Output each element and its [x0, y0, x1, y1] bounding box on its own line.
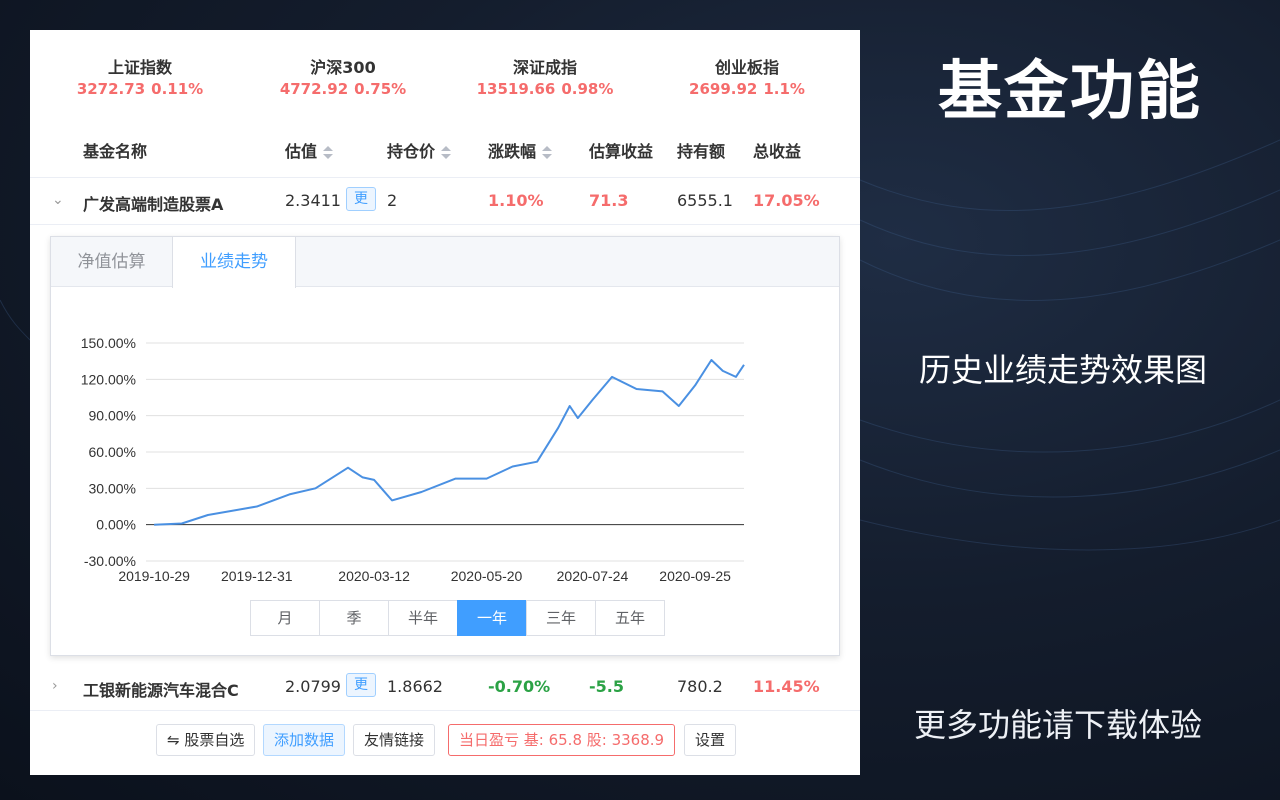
header-total-profit: 总收益 — [753, 142, 802, 161]
index-name: 创业板指 — [714, 58, 779, 77]
settings-button[interactable]: 设置 — [684, 724, 737, 756]
index-value: 3272.73 — [76, 80, 146, 98]
fund-name: 广发高端制造股票A — [83, 195, 224, 214]
x-tick-label: 2019-12-31 — [221, 568, 293, 584]
x-tick-label: 2020-05-20 — [451, 568, 523, 584]
y-tick-label: 60.00% — [89, 444, 136, 460]
table-header: 基金名称 估值 持仓价 涨跌幅 估算收益 持有额 总收益 — [30, 128, 860, 178]
update-button[interactable]: 更 — [346, 187, 376, 211]
range-5year-button[interactable]: 五年 — [595, 600, 665, 636]
add-data-button[interactable]: 添加数据 — [263, 724, 346, 756]
y-tick-label: 150.00% — [81, 335, 136, 351]
index-name: 上证指数 — [107, 58, 172, 77]
header-est-profit: 估算收益 — [589, 142, 654, 161]
index-value: 13519.66 — [476, 80, 556, 98]
index-value: 2699.92 — [689, 80, 758, 98]
y-tick-label: -30.00% — [84, 553, 136, 569]
range-month-button[interactable]: 月 — [250, 600, 320, 636]
y-tick-label: 30.00% — [89, 480, 136, 496]
sort-icon[interactable] — [441, 145, 452, 160]
fund-est-profit: -5.5 — [589, 677, 624, 696]
fund-cost: 2 — [387, 191, 398, 210]
range-3year-button[interactable]: 三年 — [526, 600, 596, 636]
sort-icon[interactable] — [542, 145, 553, 160]
header-cost-label: 持仓价 — [387, 142, 436, 161]
fund-name: 工银新能源汽车混合C — [83, 681, 239, 700]
performance-chart: 150.00% 120.00% 90.00% 60.00% 30.00% 0.00% -30… — [81, 335, 745, 584]
range-quarter-button[interactable]: 季 — [319, 600, 389, 636]
promo-cta: 更多功能请下载体验 — [913, 706, 1202, 744]
index-shanghai: 上证指数 3272.73 0.11% — [40, 54, 240, 98]
header-fund-name: 基金名称 — [83, 142, 148, 161]
header-change-label: 涨跌幅 — [488, 142, 537, 161]
header-holding: 持有额 — [677, 142, 726, 161]
chevron-right-icon[interactable]: › — [52, 679, 66, 693]
index-change: 0.98% — [561, 80, 614, 98]
y-tick-label: 0.00% — [96, 517, 136, 533]
header-change[interactable]: 涨跌幅 — [488, 138, 553, 162]
index-change: 1.1% — [763, 80, 805, 98]
range-year-button[interactable]: 一年 — [457, 600, 527, 636]
y-tick-label: 120.00% — [81, 371, 136, 387]
index-value: 4772.92 — [279, 80, 349, 98]
index-shenzhen: 深证成指 13519.66 0.98% — [445, 54, 645, 98]
promo-subtitle: 历史业绩走势效果图 — [918, 351, 1207, 389]
index-name: 沪深300 — [310, 58, 376, 77]
stock-watchlist-button[interactable]: ⇋ 股票自选 — [156, 724, 256, 756]
index-name: 深证成指 — [512, 58, 577, 77]
friend-links-button[interactable]: 友情链接 — [353, 724, 436, 756]
fund-est-profit: 71.3 — [589, 191, 629, 210]
index-chinext: 创业板指 2699.92 1.1% — [647, 54, 847, 98]
index-change: 0.11% — [151, 80, 204, 98]
fund-estimate: 2.3411 — [285, 191, 341, 210]
fund-total-profit: 17.05% — [753, 191, 820, 210]
fund-detail-card: 净值估算 业绩走势 150.00% 120.00% 90.00% 60.00% 30.0… — [50, 236, 840, 656]
index-hs300: 沪深300 4772.92 0.75% — [243, 54, 443, 98]
tab-performance[interactable]: 业绩走势 — [172, 237, 296, 288]
chevron-down-icon[interactable]: ⌄ — [52, 193, 66, 207]
footer-toolbar: ⇋ 股票自选 添加数据 友情链接 当日盈亏 基: 65.8 股: 3368.9 … — [30, 720, 860, 760]
fund-holding: 6555.1 — [677, 191, 733, 210]
fund-change: 1.10% — [488, 191, 544, 210]
fund-holding: 780.2 — [677, 677, 723, 696]
fund-cost: 1.8662 — [387, 677, 443, 696]
range-selector: 月 季 半年 一年 三年 五年 — [250, 600, 665, 636]
tab-nav-estimate[interactable]: 净值估算 — [51, 237, 172, 287]
index-change: 0.75% — [354, 80, 407, 98]
header-cost[interactable]: 持仓价 — [387, 138, 452, 162]
table-row[interactable]: › 工银新能源汽车混合C 2.0799 更 1.8662 -0.70% -5.5… — [30, 665, 860, 711]
table-row[interactable]: ⌄ 广发高端制造股票A 2.3411 更 2 1.10% 71.3 6555.1… — [30, 179, 860, 225]
range-halfyear-button[interactable]: 半年 — [388, 600, 458, 636]
sort-icon[interactable] — [323, 145, 334, 160]
header-estimate[interactable]: 估值 — [285, 138, 334, 162]
header-estimate-label: 估值 — [285, 142, 318, 161]
fund-change: -0.70% — [488, 677, 551, 696]
detail-tabs: 净值估算 业绩走势 — [51, 237, 839, 288]
market-indices: 上证指数 3272.73 0.11% 沪深300 4772.92 0.75% 深证成… — [30, 30, 860, 120]
x-tick-label: 2020-07-24 — [557, 568, 629, 584]
x-tick-label: 2019-10-29 — [118, 568, 190, 584]
fund-estimate: 2.0799 — [285, 677, 341, 696]
fund-total-profit: 11.45% — [753, 677, 820, 696]
x-tick-label: 2020-03-12 — [338, 568, 410, 584]
fund-panel: 上证指数 3272.73 0.11% 沪深300 4772.92 0.75% 深证成… — [30, 30, 860, 775]
y-tick-label: 90.00% — [89, 408, 136, 424]
performance-series-line — [154, 359, 745, 526]
daily-profit-badge: 当日盈亏 基: 65.8 股: 3368.9 — [448, 724, 676, 756]
update-button[interactable]: 更 — [346, 673, 376, 697]
promo-title: 基金功能 — [938, 55, 1202, 129]
x-tick-label: 2020-09-25 — [659, 568, 731, 584]
